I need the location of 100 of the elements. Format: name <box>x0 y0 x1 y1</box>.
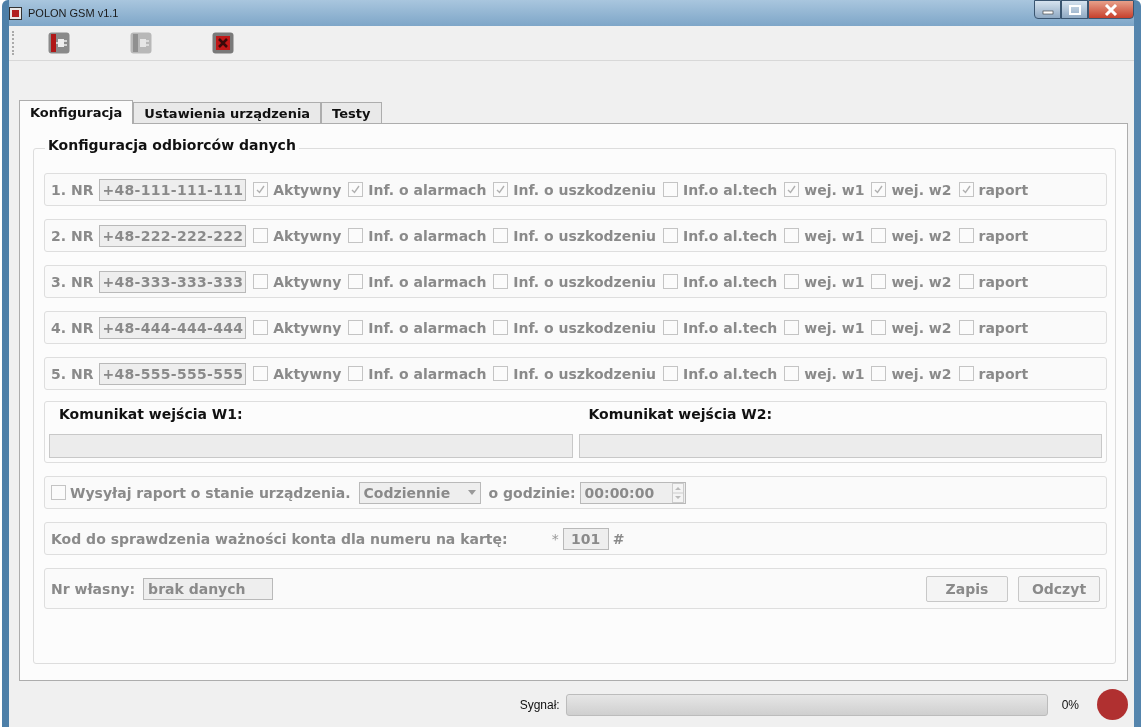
checkbox[interactable] <box>348 182 364 197</box>
hash-label: # <box>612 530 625 547</box>
number-label: 4. NR <box>51 319 94 336</box>
checkbox[interactable] <box>958 274 974 289</box>
window-title: POLON GSM v1.1 <box>28 7 119 19</box>
message-title: Komunikat wejścia W2: <box>588 406 774 422</box>
checkbox[interactable] <box>784 366 800 381</box>
time-field[interactable]: 00:00:00 <box>579 481 687 504</box>
checkbox-label: Inf. o alarmach <box>368 273 487 290</box>
checkbox[interactable] <box>348 320 364 335</box>
checkbox[interactable] <box>662 366 678 381</box>
tab[interactable]: Ustawienia urządzenia <box>133 102 322 123</box>
message-title: Komunikat wejścia W1: <box>59 406 244 422</box>
number-label: 5. NR <box>51 365 94 382</box>
signal-reading: 0% <box>1061 697 1079 712</box>
checkbox-label: Inf. o uszkodzeniu <box>513 319 656 336</box>
checkbox[interactable] <box>493 182 509 197</box>
checkbox-label: Aktywny <box>273 227 342 244</box>
checkbox-label: wej. w1 <box>804 227 865 244</box>
message-field[interactable] <box>578 434 1102 458</box>
phone-field[interactable]: +48-222-222-222 <box>99 224 247 247</box>
checkbox-label: Inf. o uszkodzeniu <box>513 365 656 382</box>
checkbox-label: Inf. o alarmach <box>368 319 487 336</box>
checkbox-label: Inf. o uszkodzeniu <box>513 227 656 244</box>
checkbox-label: wej. w1 <box>804 273 865 290</box>
checkbox-label: wej. w2 <box>891 319 952 336</box>
maximize-icon <box>1067 3 1082 16</box>
close-button[interactable] <box>1088 0 1134 19</box>
checkbox-label: Aktywny <box>273 181 342 198</box>
message-field[interactable] <box>49 434 573 458</box>
checkbox[interactable] <box>784 320 800 335</box>
tab[interactable]: Testy <box>321 102 382 123</box>
checkbox-label: Aktywny <box>273 319 342 336</box>
checkbox[interactable] <box>493 228 509 243</box>
code-field[interactable]: 101 <box>562 527 609 550</box>
checkbox-label: Inf. o uszkodzeniu <box>513 273 656 290</box>
checkbox[interactable] <box>784 274 800 289</box>
checkbox[interactable] <box>871 228 887 243</box>
phone-field[interactable]: +48-333-333-333 <box>99 270 247 293</box>
toolbar-grip <box>12 31 17 55</box>
checkbox-label: raport <box>978 227 1029 244</box>
phone-field[interactable]: +48-555-555-555 <box>99 362 247 385</box>
checkbox-label: raport <box>978 181 1029 198</box>
phone-field[interactable]: +48-444-444-444 <box>99 316 247 339</box>
frequency-dropdown[interactable]: Codziennie <box>358 481 481 504</box>
caret-icon <box>467 490 476 495</box>
checkbox[interactable] <box>662 228 678 243</box>
checkbox[interactable] <box>871 366 887 381</box>
connect-icon[interactable] <box>47 31 71 55</box>
checkbox[interactable] <box>51 485 66 500</box>
checkbox[interactable] <box>493 320 509 335</box>
checkbox[interactable] <box>871 182 887 197</box>
minimize-button[interactable] <box>1034 0 1061 19</box>
checkbox-label: Aktywny <box>273 365 342 382</box>
checkbox-label: Inf.o al.tech <box>682 365 778 382</box>
phone-field[interactable]: +48-111-111-111 <box>99 178 247 201</box>
checkbox[interactable] <box>871 320 887 335</box>
checkbox-label: wej. w1 <box>804 319 865 336</box>
checkbox[interactable] <box>253 366 269 381</box>
checkbox-label: raport <box>978 365 1029 382</box>
checkbox[interactable] <box>958 320 974 335</box>
disconnect-icon[interactable] <box>129 31 153 55</box>
tab[interactable]: Konfiguracja <box>19 100 134 124</box>
action-button[interactable]: Zapis <box>926 575 1008 602</box>
checkbox[interactable] <box>348 274 364 289</box>
number-label: 1. NR <box>51 181 94 198</box>
checkbox[interactable] <box>784 182 800 197</box>
checkbox[interactable] <box>662 274 678 289</box>
close-icon <box>1104 3 1118 16</box>
close-icon[interactable] <box>211 31 235 55</box>
checkbox[interactable] <box>662 320 678 335</box>
checkbox[interactable] <box>662 182 678 197</box>
checkbox[interactable] <box>493 366 509 381</box>
checkbox[interactable] <box>784 228 800 243</box>
number-label: 2. NR <box>51 227 94 244</box>
checkbox-label: wej. w1 <box>804 181 865 198</box>
checkbox[interactable] <box>493 274 509 289</box>
number-label: 3. NR <box>51 273 94 290</box>
maximize-button[interactable] <box>1061 0 1088 19</box>
star-label: * <box>551 530 559 547</box>
spinner-icon[interactable] <box>672 482 685 503</box>
checkbox[interactable] <box>871 274 887 289</box>
checkbox[interactable] <box>253 320 269 335</box>
checkbox-label: wej. w2 <box>891 273 952 290</box>
own-number-field[interactable]: brak danych <box>143 577 274 600</box>
checkbox-label: Inf.o al.tech <box>682 181 778 198</box>
own-number-label: Nr własny: <box>51 580 136 597</box>
action-button[interactable]: Odczyt <box>1018 575 1100 602</box>
signal-label: Sygnał: <box>519 697 560 712</box>
checkbox-label: Inf. o uszkodzeniu <box>513 181 656 198</box>
checkbox-label: wej. w2 <box>891 227 952 244</box>
checkbox[interactable] <box>958 228 974 243</box>
checkbox[interactable] <box>253 182 269 197</box>
checkbox[interactable] <box>348 228 364 243</box>
checkbox[interactable] <box>253 228 269 243</box>
checkbox[interactable] <box>958 366 974 381</box>
checkbox[interactable] <box>348 366 364 381</box>
checkbox-label: raport <box>978 273 1029 290</box>
checkbox[interactable] <box>958 182 974 197</box>
checkbox[interactable] <box>253 274 269 289</box>
